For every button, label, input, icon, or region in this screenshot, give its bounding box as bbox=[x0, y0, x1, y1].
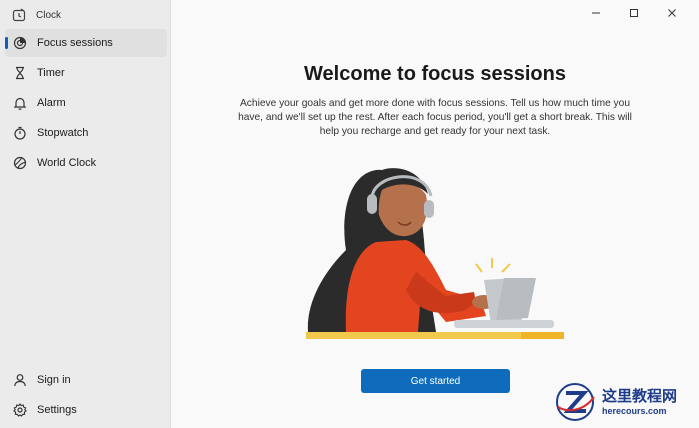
minimize-button[interactable] bbox=[577, 4, 615, 22]
page-title: Welcome to focus sessions bbox=[304, 63, 566, 85]
sidebar-item-timer[interactable]: Timer bbox=[5, 59, 167, 87]
page-description: Achieve your goals and get more done wit… bbox=[238, 98, 632, 137]
sidebar-item-label: Stopwatch bbox=[37, 127, 89, 139]
app-title-bar: Clock bbox=[12, 6, 61, 24]
watermark-text: 这里教程网 herecours.com bbox=[602, 386, 678, 416]
sidebar-item-label: World Clock bbox=[37, 157, 97, 169]
gear-icon bbox=[13, 403, 27, 417]
globe-icon bbox=[13, 156, 27, 170]
sidebar-item-focus-sessions[interactable]: Focus sessions bbox=[5, 29, 167, 57]
sidebar-item-world-clock[interactable]: World Clock bbox=[5, 149, 167, 177]
close-icon bbox=[668, 9, 676, 17]
hourglass-icon bbox=[16, 66, 24, 80]
minimize-icon bbox=[592, 12, 600, 14]
watermark-en: herecours.com bbox=[602, 405, 667, 416]
sidebar-item-label: Sign in bbox=[37, 374, 71, 386]
main-content: Welcome to focus sessions Achieve your g… bbox=[171, 0, 699, 428]
sidebar-item-sign-in[interactable]: Sign in bbox=[5, 366, 167, 394]
app-title: Clock bbox=[36, 9, 62, 21]
sidebar-item-stopwatch[interactable]: Stopwatch bbox=[5, 119, 167, 147]
clock-app-icon bbox=[12, 8, 26, 22]
bell-icon bbox=[13, 97, 27, 110]
maximize-button[interactable] bbox=[615, 4, 653, 22]
focus-icon bbox=[13, 36, 27, 50]
close-button[interactable] bbox=[653, 4, 691, 22]
sidebar-item-settings[interactable]: Settings bbox=[5, 396, 167, 424]
sidebar-item-label: Timer bbox=[37, 67, 65, 79]
sidebar-item-label: Settings bbox=[37, 404, 77, 416]
watermark-cn: 这里教程网 bbox=[602, 386, 678, 405]
sidebar-item-label: Focus sessions bbox=[37, 37, 113, 49]
focus-illustration bbox=[306, 168, 564, 339]
person-icon bbox=[14, 374, 26, 387]
watermark-logo-icon bbox=[556, 383, 595, 421]
sidebar: Clock Focus sessions Timer Alarm Stopwat… bbox=[0, 0, 171, 428]
maximize-icon bbox=[630, 9, 638, 17]
watermark: 这里教程网 herecours.com bbox=[554, 381, 694, 423]
sidebar-item-label: Alarm bbox=[37, 97, 66, 109]
sidebar-item-alarm[interactable]: Alarm bbox=[5, 89, 167, 117]
nav-list: Focus sessions Timer Alarm Stopwatch Wor… bbox=[5, 29, 167, 179]
stopwatch-icon bbox=[14, 126, 26, 140]
window-controls bbox=[577, 4, 691, 22]
nav-bottom: Sign in Settings bbox=[5, 366, 167, 426]
get-started-button[interactable]: Get started bbox=[361, 369, 510, 393]
